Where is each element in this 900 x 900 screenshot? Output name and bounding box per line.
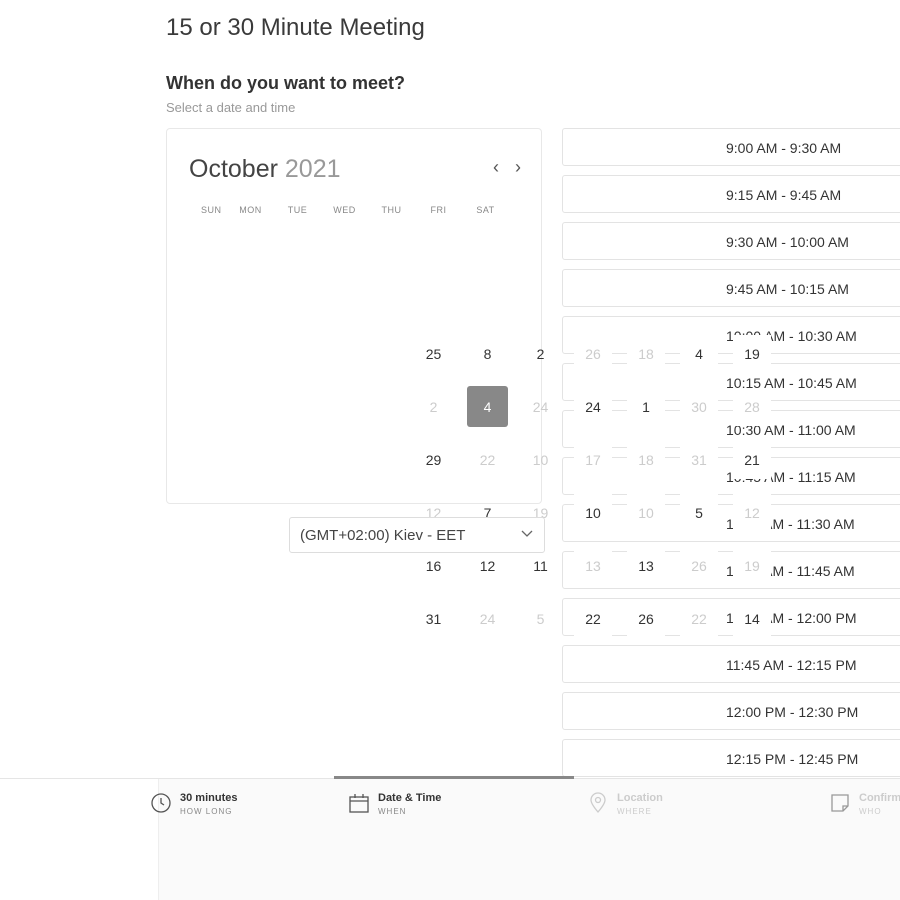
calendar-day[interactable]: 4: [680, 335, 718, 373]
calendar-day[interactable]: 2: [520, 333, 561, 374]
weekday-header: SUN MON TUE WED THU FRI SAT: [189, 205, 509, 215]
calendar-day[interactable]: 12: [733, 494, 771, 532]
time-slot-button[interactable]: 11:00 AM - 11:30 AM: [562, 504, 900, 542]
step-caption: HOW LONG: [180, 807, 233, 816]
location-pin-icon: [587, 792, 609, 814]
time-slot-label: 11:45 AM - 12:15 PM: [726, 657, 857, 673]
calendar-day[interactable]: 26: [627, 600, 665, 638]
calendar-month-year: October 2021: [189, 155, 341, 184]
calendar-day[interactable]: 17: [574, 441, 612, 479]
time-slot-button[interactable]: 10:00 AM - 10:30 AM: [562, 316, 900, 354]
time-slot-button[interactable]: 9:45 AM - 10:15 AM: [562, 269, 900, 307]
calendar-day[interactable]: 21: [733, 441, 771, 479]
calendar-day[interactable]: 18: [627, 335, 665, 373]
time-slot-label: 9:00 AM - 9:30 AM: [726, 140, 842, 156]
time-slot-button[interactable]: 9:15 AM - 9:45 AM: [562, 175, 900, 213]
time-slot-button[interactable]: 11:30 AM - 12:00 PM: [562, 598, 900, 636]
step-panel: [158, 779, 900, 900]
calendar-day[interactable]: 10: [574, 494, 612, 532]
calendar-day[interactable]: 22: [574, 600, 612, 638]
calendar-day[interactable]: 2: [413, 386, 454, 427]
time-slot-button[interactable]: 12:00 PM - 12:30 PM: [562, 692, 900, 730]
step-caption: WHERE: [617, 807, 652, 816]
calendar-day[interactable]: 29: [413, 439, 454, 480]
calendar-day[interactable]: 22: [467, 439, 508, 480]
section-subtitle: Select a date and time: [166, 100, 296, 115]
time-slot-label: 12:00 PM - 12:30 PM: [726, 704, 859, 720]
calendar-day[interactable]: 18: [627, 441, 665, 479]
section-question: When do you want to meet?: [166, 73, 405, 93]
calendar-day[interactable]: 24: [467, 598, 508, 639]
time-slot-button[interactable]: 10:30 AM - 11:00 AM: [562, 410, 900, 448]
step-label: Location: [617, 792, 663, 804]
calendar-day[interactable]: 26: [680, 547, 718, 585]
calendar-icon: [348, 792, 370, 814]
weekday-label: SAT: [476, 205, 495, 215]
calendar-day[interactable]: 22: [680, 600, 718, 638]
calendar-day[interactable]: 28: [733, 388, 771, 426]
step-confirm[interactable]: Confirm WHO: [829, 792, 900, 816]
note-icon: [829, 792, 851, 814]
calendar-day[interactable]: 5: [520, 598, 561, 639]
calendar-month: October: [189, 155, 278, 183]
prev-month-button[interactable]: ‹: [493, 157, 499, 178]
calendar-day[interactable]: 13: [574, 547, 612, 585]
weekday-label: MON: [239, 205, 262, 215]
time-slot-button[interactable]: 11:45 AM - 12:15 PM: [562, 645, 900, 683]
calendar-day[interactable]: 30: [680, 388, 718, 426]
step-date-time[interactable]: Date & Time WHEN: [348, 792, 441, 816]
timezone-value: (GMT+02:00) Kiev - EET: [300, 526, 466, 544]
weekday-label: FRI: [430, 205, 447, 215]
time-slot-label: 12:15 PM - 12:45 PM: [726, 751, 859, 767]
active-step-indicator: [334, 776, 574, 779]
step-label: 30 minutes: [180, 792, 238, 804]
step-caption: WHO: [859, 807, 882, 816]
calendar-day[interactable]: 25: [413, 333, 454, 374]
calendar-day[interactable]: 14: [733, 600, 771, 638]
step-label: Date & Time: [378, 792, 442, 804]
step-duration[interactable]: 30 minutes HOW LONG: [150, 792, 237, 816]
time-slot-button[interactable]: 9:30 AM - 10:00 AM: [562, 222, 900, 260]
time-slot-button[interactable]: 10:15 AM - 10:45 AM: [562, 363, 900, 401]
time-slot-label: 9:45 AM - 10:15 AM: [726, 281, 849, 297]
timezone-select[interactable]: (GMT+02:00) Kiev - EET: [289, 517, 545, 553]
step-location[interactable]: Location WHERE: [587, 792, 663, 816]
calendar-day[interactable]: 19: [733, 335, 771, 373]
next-month-button[interactable]: ›: [515, 157, 521, 178]
calendar-day-selected[interactable]: 4: [467, 386, 508, 427]
weekday-label: WED: [333, 205, 356, 215]
calendar-day[interactable]: 10: [520, 439, 561, 480]
calendar-year: 2021: [284, 155, 341, 183]
calendar-day[interactable]: 26: [574, 335, 612, 373]
calendar-day[interactable]: 8: [467, 333, 508, 374]
step-bar: 30 minutes HOW LONG Date & Time WHEN Loc…: [0, 776, 900, 900]
time-slot-button[interactable]: 9:00 AM - 9:30 AM: [562, 128, 900, 166]
calendar-day[interactable]: 31: [680, 441, 718, 479]
time-slot-button[interactable]: 12:15 PM - 12:45 PM: [562, 739, 900, 777]
calendar-day[interactable]: 13: [627, 547, 665, 585]
weekday-label: THU: [381, 205, 402, 215]
chevron-down-icon: [520, 526, 534, 543]
weekday-label: SUN: [201, 205, 222, 215]
calendar-day[interactable]: 10: [627, 494, 665, 532]
step-caption: WHEN: [378, 807, 407, 816]
calendar-day[interactable]: 1: [627, 388, 665, 426]
clock-icon: [150, 792, 172, 814]
step-label: Confirm: [859, 792, 900, 804]
time-slot-button[interactable]: 11:15 AM - 11:45 AM: [562, 551, 900, 589]
calendar-day[interactable]: 31: [413, 598, 454, 639]
time-slot-button[interactable]: 10:45 AM - 11:15 AM: [562, 457, 900, 495]
time-slot-label: 9:15 AM - 9:45 AM: [726, 187, 842, 203]
calendar-day[interactable]: 5: [680, 494, 718, 532]
weekday-label: TUE: [287, 205, 308, 215]
time-slot-label: 9:30 AM - 10:00 AM: [726, 234, 849, 250]
calendar-day[interactable]: 19: [733, 547, 771, 585]
calendar-day[interactable]: 24: [520, 386, 561, 427]
calendar-day[interactable]: 24: [574, 388, 612, 426]
page-title: 15 or 30 Minute Meeting: [166, 14, 425, 41]
